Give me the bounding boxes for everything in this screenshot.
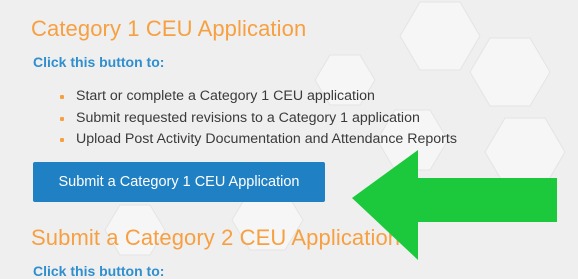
bullet-icon [60,95,64,99]
category-1-heading: Category 1 CEU Application [31,16,307,41]
category-2-heading: Submit a Category 2 CEU Application [31,225,401,250]
list-item: Start or complete a Category 1 CEU appli… [60,86,457,108]
arrow-shape [352,150,557,260]
bullet-icon [60,138,64,142]
list-item-text: Submit requested revisions to a Category… [76,109,420,126]
category-1-bullet-list: Start or complete a Category 1 CEU appli… [60,86,457,151]
category-2-subheading: Click this button to: [33,263,165,279]
list-item-text: Start or complete a Category 1 CEU appli… [76,88,375,104]
submit-category-1-application-button[interactable]: Submit a Category 1 CEU Application [33,162,325,202]
green-arrow-icon [352,150,557,260]
list-item: Submit requested revisions to a Category… [60,108,457,130]
bullet-icon [60,116,64,121]
list-item-text: Upload Post Activity Documentation and A… [76,131,457,147]
list-item: Upload Post Activity Documentation and A… [60,129,457,151]
category-1-subheading: Click this button to: [33,54,165,70]
